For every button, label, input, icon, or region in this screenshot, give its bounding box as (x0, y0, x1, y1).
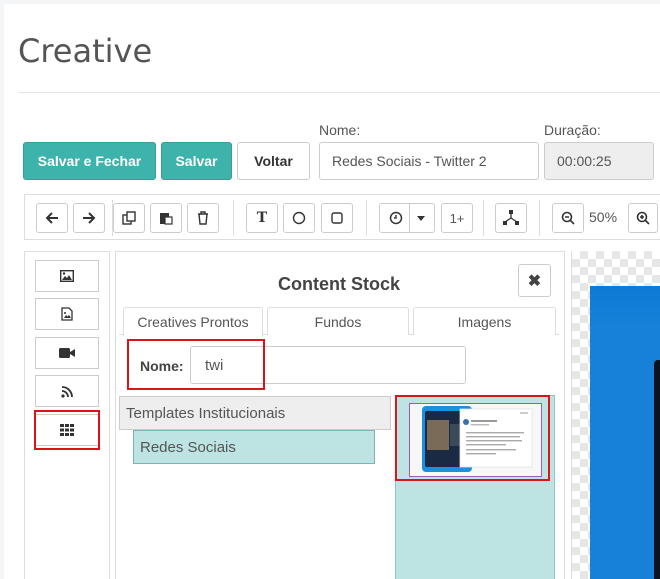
clock-icon (389, 211, 402, 225)
layer-forward-button[interactable]: 1+ (441, 203, 473, 233)
arrow-right-icon (83, 212, 96, 224)
delete-button[interactable] (187, 203, 219, 233)
editor-toolbar: T 1+ 50% (24, 194, 660, 240)
tab-fundos[interactable]: Fundos (267, 307, 409, 335)
panel-title: Content Stock (277, 274, 400, 294)
toolbar-separator (483, 200, 484, 236)
toolbar-separator (539, 200, 540, 236)
layer-forward-label: 1+ (449, 210, 465, 226)
undo-button[interactable] (36, 203, 68, 233)
video-camera-icon (59, 348, 75, 358)
back-button[interactable]: Voltar (237, 142, 310, 180)
zoom-level: 50% (589, 209, 618, 225)
toolbar-separator (233, 200, 234, 236)
arrow-left-icon (45, 212, 58, 224)
highlight-content-stock-button (34, 410, 100, 450)
sidebar-item-image[interactable] (35, 260, 99, 292)
toolbar-separator (366, 200, 367, 236)
caret-down-icon (416, 216, 425, 221)
page-title: Creative (18, 32, 153, 70)
trash-icon (198, 211, 208, 225)
canvas-element (654, 360, 660, 579)
zoom-in-icon (636, 211, 650, 225)
rss-icon (60, 385, 73, 398)
title-divider (18, 92, 660, 93)
category-templates-institucionais[interactable]: Templates Institucionais (119, 396, 391, 430)
dropdown-divider (408, 204, 410, 232)
nodes-icon (503, 210, 519, 225)
zoom-out-button[interactable] (552, 203, 584, 233)
connect-nodes-button[interactable] (495, 203, 527, 233)
square-icon (331, 212, 343, 224)
redo-button[interactable] (73, 203, 105, 233)
duration-field: 00:00:25 (544, 142, 654, 180)
timer-dropdown-button[interactable] (379, 203, 435, 233)
close-panel-button[interactable]: ✖ (518, 264, 551, 297)
add-circle-button[interactable] (283, 203, 315, 233)
tab-imagens[interactable]: Imagens (413, 307, 556, 335)
image-icon (60, 270, 74, 282)
copy-button[interactable] (113, 203, 145, 233)
highlight-search-field (127, 339, 265, 390)
copy-icon (122, 211, 136, 225)
zoom-out-icon (561, 211, 575, 225)
highlight-selected-template (395, 395, 550, 481)
text-icon: T (256, 210, 268, 226)
name-field[interactable]: Redes Sociais - Twitter 2 (319, 142, 539, 180)
file-image-icon (61, 307, 73, 321)
add-text-button[interactable]: T (246, 203, 278, 233)
canvas-background (590, 286, 660, 579)
close-icon: ✖ (527, 272, 542, 290)
sidebar-item-file-image[interactable] (35, 298, 99, 330)
circle-icon (292, 211, 306, 225)
sidebar-item-feed[interactable] (35, 375, 99, 407)
duration-field-label: Duração: (544, 122, 601, 138)
paste-button[interactable] (150, 203, 182, 233)
zoom-in-button[interactable] (628, 203, 658, 233)
tab-creatives-prontos[interactable]: Creatives Prontos (123, 307, 263, 336)
sidebar-item-video[interactable] (35, 337, 99, 369)
save-and-close-button[interactable]: Salvar e Fechar (23, 142, 156, 180)
save-button[interactable]: Salvar (161, 142, 232, 180)
name-field-label: Nome: (319, 122, 361, 138)
category-redes-sociais[interactable]: Redes Sociais (133, 430, 375, 464)
add-rectangle-button[interactable] (321, 203, 353, 233)
paste-icon (160, 213, 173, 225)
